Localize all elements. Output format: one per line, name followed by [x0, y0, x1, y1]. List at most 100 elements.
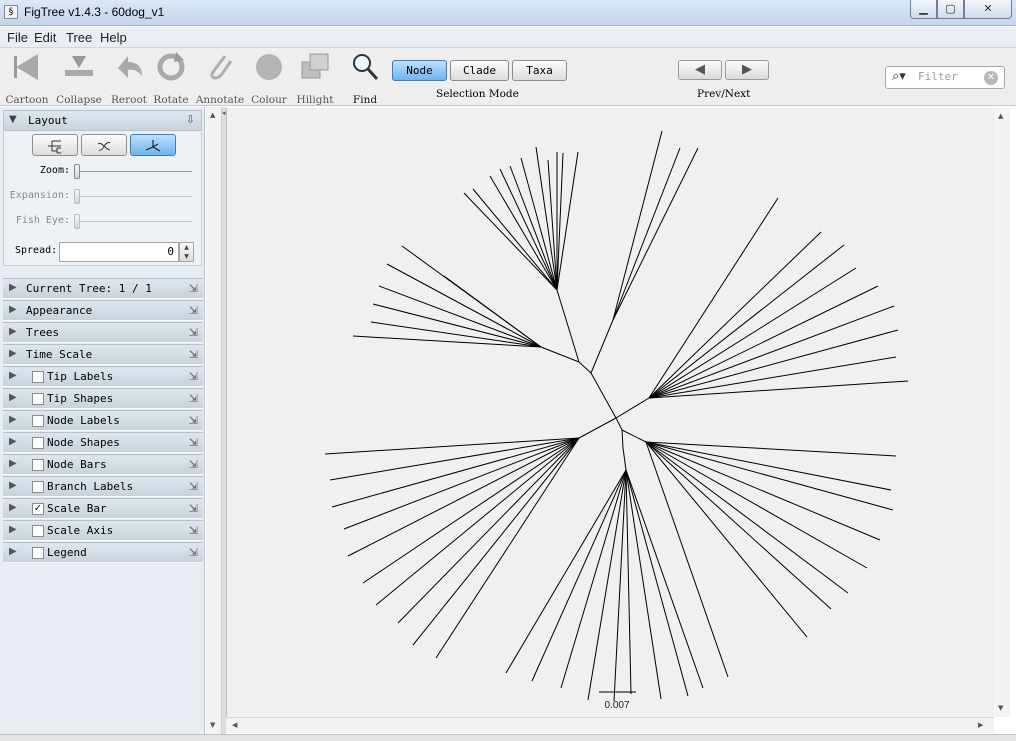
scroll-left-icon[interactable]: ◀	[232, 721, 237, 729]
internal-branch[interactable]	[590, 372, 617, 419]
menu-help[interactable]: Help	[100, 30, 127, 45]
pin-icon[interactable]: ⇲	[189, 524, 198, 537]
section-checkbox[interactable]	[32, 393, 44, 405]
canvas-horizontal-scrollbar[interactable]: ◀ ▶	[226, 717, 994, 733]
tip-branch[interactable]	[343, 437, 580, 530]
internal-branch[interactable]	[578, 361, 592, 374]
selection-clade-button[interactable]: Clade	[450, 60, 509, 81]
filter-box[interactable]: ⌕▾ ✕	[885, 66, 1005, 89]
tip-branch[interactable]	[625, 469, 632, 695]
tip-branch[interactable]	[331, 437, 580, 508]
pin-icon[interactable]: ⇲	[189, 304, 198, 317]
layout-section-header[interactable]: ▼ Layout ⇩	[3, 110, 202, 131]
clear-filter-icon[interactable]: ✕	[984, 71, 998, 85]
section-branch-labels[interactable]: ▶ Branch Labels ⇲	[3, 476, 203, 497]
pin-icon[interactable]: ⇲	[189, 502, 198, 515]
section-checkbox[interactable]	[32, 415, 44, 427]
tip-branch[interactable]	[386, 263, 542, 348]
internal-branch[interactable]	[540, 346, 580, 363]
tip-branch[interactable]	[531, 469, 627, 682]
next-button[interactable]: ▶	[725, 60, 769, 80]
pin-icon[interactable]: ⇲	[189, 458, 198, 471]
internal-branch[interactable]	[590, 319, 614, 374]
close-button[interactable]: ✕	[964, 0, 1012, 19]
scroll-right-icon[interactable]: ▶	[978, 721, 983, 729]
internal-branch[interactable]	[615, 397, 650, 419]
polar-layout-button[interactable]	[81, 134, 127, 156]
scroll-up-icon[interactable]: ▲	[210, 111, 215, 119]
tip-branch[interactable]	[648, 267, 857, 399]
selection-node-button[interactable]: Node	[392, 60, 447, 81]
minimize-button[interactable]: ▁	[910, 0, 937, 19]
section-tip-labels[interactable]: ▶ Tip Labels ⇲	[3, 366, 203, 387]
hilight-tool[interactable]: Hilight	[293, 50, 337, 106]
maximize-button[interactable]: ▢	[937, 0, 964, 19]
scroll-down-icon[interactable]: ▼	[210, 721, 215, 729]
section-checkbox[interactable]	[32, 371, 44, 383]
tip-branch[interactable]	[625, 469, 662, 700]
pin-icon[interactable]: ⇲	[189, 282, 198, 295]
tip-branch[interactable]	[612, 147, 699, 321]
radial-tree[interactable]: 0.007	[227, 108, 995, 717]
colour-tool[interactable]: Colour	[249, 50, 289, 106]
pin-icon[interactable]: ⇲	[189, 348, 198, 361]
tip-branch[interactable]	[463, 192, 558, 291]
section-checkbox[interactable]	[32, 459, 44, 471]
tip-branch[interactable]	[347, 437, 580, 557]
tip-branch[interactable]	[645, 441, 808, 638]
spread-stepper[interactable]: ▲ ▼	[179, 242, 194, 262]
pin-icon[interactable]: ⇲	[189, 370, 198, 383]
tip-branch[interactable]	[329, 437, 580, 481]
tip-branch[interactable]	[412, 437, 580, 646]
section-scale-axis[interactable]: ▶ Scale Axis ⇲	[3, 520, 203, 541]
pin-icon[interactable]: ⇲	[189, 546, 198, 559]
tip-branch[interactable]	[443, 275, 542, 348]
tip-branch[interactable]	[625, 469, 689, 697]
menu-tree[interactable]: Tree	[66, 30, 92, 45]
section-tip-shapes[interactable]: ▶ Tip Shapes ⇲	[3, 388, 203, 409]
pin-icon[interactable]: ⇲	[189, 392, 198, 405]
prev-button[interactable]: ◀	[678, 60, 722, 80]
pin-icon[interactable]: ⇲	[189, 414, 198, 427]
section-checkbox[interactable]	[32, 437, 44, 449]
annotate-tool[interactable]: Annotate	[195, 50, 245, 106]
collapse-tool[interactable]: Collapse	[54, 50, 104, 106]
menu-edit[interactable]: Edit	[34, 30, 56, 45]
tip-branch[interactable]	[352, 335, 542, 348]
tip-branch[interactable]	[324, 437, 580, 455]
pin-icon[interactable]: ⇩	[186, 113, 195, 126]
section-time-scale[interactable]: ▶ Time Scale ⇲	[3, 344, 203, 365]
tip-branch[interactable]	[612, 130, 663, 321]
reroot-tool[interactable]: Reroot	[109, 50, 149, 106]
tip-branch[interactable]	[648, 244, 845, 399]
tree-canvas[interactable]: 0.007	[226, 108, 994, 717]
section-current-tree-1-1[interactable]: ▶ Current Tree: 1 / 1 ⇲	[3, 278, 203, 299]
section-checkbox[interactable]	[32, 547, 44, 559]
radial-layout-button[interactable]	[130, 134, 176, 156]
pin-icon[interactable]: ⇲	[189, 480, 198, 493]
pin-icon[interactable]: ⇲	[189, 436, 198, 449]
tip-branch[interactable]	[505, 469, 627, 674]
selection-taxa-button[interactable]: Taxa	[512, 60, 567, 81]
section-node-bars[interactable]: ▶ Node Bars ⇲	[3, 454, 203, 475]
section-checkbox[interactable]	[32, 481, 44, 493]
section-legend[interactable]: ▶ Legend ⇲	[3, 542, 203, 563]
tip-branch[interactable]	[648, 285, 879, 399]
internal-branch[interactable]	[556, 289, 580, 363]
tip-branch[interactable]	[362, 437, 580, 584]
internal-branch[interactable]	[615, 417, 623, 431]
scroll-up-icon[interactable]: ▲	[998, 112, 1003, 120]
tip-branch[interactable]	[489, 175, 558, 291]
cartoon-tool[interactable]: Cartoon	[4, 50, 50, 106]
rotate-tool[interactable]: Rotate	[152, 50, 190, 106]
tip-branch[interactable]	[645, 441, 881, 541]
tip-branch[interactable]	[648, 356, 897, 399]
internal-branch[interactable]	[621, 429, 647, 443]
pin-icon[interactable]: ⇲	[189, 326, 198, 339]
tip-branch[interactable]	[612, 147, 681, 321]
section-checkbox[interactable]	[32, 525, 44, 537]
collapse-panel-icon[interactable]: ◂	[222, 109, 226, 117]
menu-file[interactable]: File	[7, 30, 28, 45]
zoom-slider-track[interactable]	[76, 171, 192, 172]
section-scale-bar[interactable]: ▶ ✓ Scale Bar ⇲	[3, 498, 203, 519]
